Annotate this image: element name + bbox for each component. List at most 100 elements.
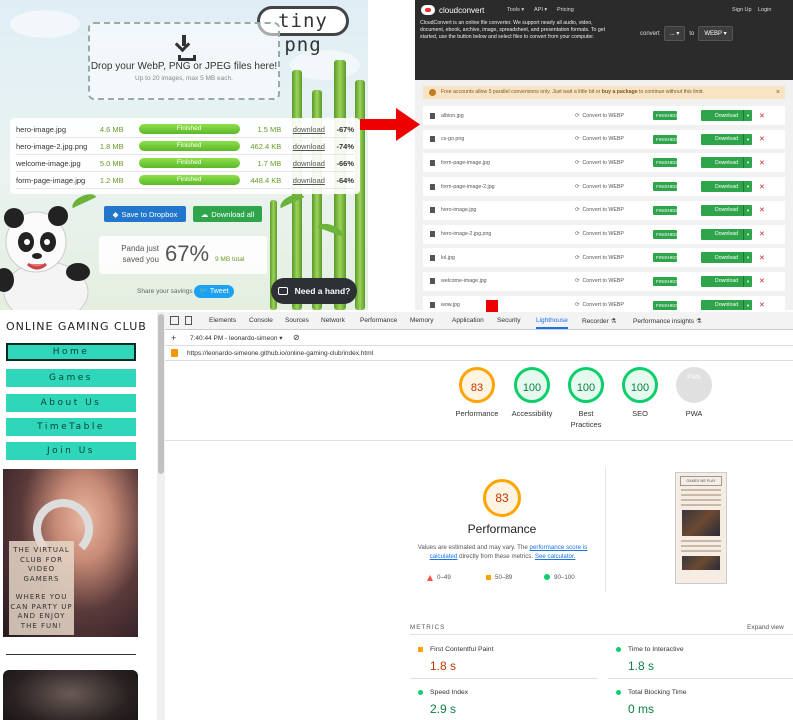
convert-to-select[interactable]: ⟳ Convert to WEBP: [575, 278, 651, 284]
tested-url[interactable]: https://leonardo-simeone.github.io/onlin…: [187, 350, 373, 357]
tab-recorder[interactable]: Recorder ⚗: [582, 317, 616, 325]
dropdown-icon[interactable]: ▾: [743, 252, 752, 264]
score-gauge-best-practices[interactable]: 100: [568, 367, 604, 403]
upload-dropzone[interactable]: Drop your WebP, PNG or JPEG files here! …: [88, 22, 280, 100]
remove-icon[interactable]: ✕: [759, 277, 765, 285]
tab-console[interactable]: Console: [249, 317, 273, 324]
device-toolbar-icon[interactable]: [185, 316, 192, 325]
convert-to-select[interactable]: ⟳ Convert to WEBP: [575, 302, 651, 308]
download-link[interactable]: download: [281, 159, 325, 168]
download-button[interactable]: Download ▾: [701, 228, 752, 240]
devtools-tabbar: Elements Console Sources Network Performance…: [165, 312, 793, 330]
upload-icon: [174, 35, 194, 53]
remove-icon[interactable]: ✕: [759, 159, 765, 167]
clear-icon[interactable]: ⊘: [293, 333, 300, 342]
from-format-select[interactable]: ... ▾: [663, 26, 686, 41]
score-gauge-performance[interactable]: 83: [459, 367, 495, 403]
convert-to-label: Convert to WEBP: [582, 278, 624, 285]
tweet-button[interactable]: 🐦 Tweet: [194, 285, 234, 298]
download-all-button[interactable]: ☁ Download all: [193, 206, 262, 222]
tab-memory[interactable]: Memory: [410, 317, 433, 324]
dropzone-subtitle: Up to 20 images, max 5 MB each.: [135, 75, 233, 82]
remove-icon[interactable]: ✕: [759, 301, 765, 309]
download-button[interactable]: Download ▾: [701, 133, 752, 145]
convert-to-select[interactable]: ⟳ Convert to WEBP: [575, 160, 651, 166]
download-label: Download: [714, 231, 739, 237]
dropdown-icon[interactable]: ▾: [743, 181, 752, 193]
download-link[interactable]: download: [281, 142, 325, 151]
plus-icon[interactable]: +: [171, 333, 176, 343]
download-button[interactable]: Download ▾: [701, 204, 752, 216]
nav-join-button[interactable]: Join Us: [6, 442, 136, 460]
score-gauge-seo[interactable]: 100: [622, 367, 658, 403]
file-icon: [430, 254, 435, 261]
nav-login[interactable]: Login: [758, 7, 771, 13]
convert-to-select[interactable]: ⟳ Convert to WEBP: [575, 113, 651, 119]
vertical-scrollbar[interactable]: [157, 312, 165, 720]
remove-icon[interactable]: ✕: [759, 183, 765, 191]
nav-about-button[interactable]: About Us: [6, 394, 136, 412]
download-button[interactable]: Download ▾: [701, 181, 752, 193]
close-notice-icon[interactable]: ×: [776, 86, 780, 99]
need-a-hand-button[interactable]: Need a hand?: [271, 278, 357, 304]
tab-security[interactable]: Security: [497, 317, 520, 324]
buy-package-link[interactable]: buy a package: [602, 89, 638, 95]
inspect-icon[interactable]: [170, 316, 179, 325]
download-button[interactable]: Download ▾: [701, 275, 752, 287]
score-gauge-accessibility[interactable]: 100: [514, 367, 550, 403]
convert-to-select[interactable]: ⟳ Convert to WEBP: [575, 136, 651, 142]
download-link[interactable]: download: [281, 125, 325, 134]
tab-elements[interactable]: Elements: [209, 317, 236, 324]
tab-sources[interactable]: Sources: [285, 317, 309, 324]
remove-icon[interactable]: ✕: [759, 254, 765, 262]
see-calculator-link[interactable]: See calculator.: [535, 553, 576, 560]
nav-home-button[interactable]: Home: [6, 343, 136, 361]
save-to-dropbox-button[interactable]: ◆ Save to Dropbox: [104, 206, 186, 222]
remove-icon[interactable]: ✕: [759, 206, 765, 214]
average-square-icon: [418, 647, 423, 652]
remove-icon[interactable]: ✕: [759, 112, 765, 120]
download-button[interactable]: Download ▾: [701, 157, 752, 169]
dropdown-icon[interactable]: ▾: [743, 110, 752, 121]
download-button[interactable]: Download ▾: [701, 110, 752, 121]
page-screenshot-thumbnail[interactable]: GAMES WE PLAY: [675, 472, 727, 584]
score-gauge-pwa[interactable]: PWA: [676, 367, 712, 403]
pass-circle-icon: [418, 690, 423, 695]
convert-to-select[interactable]: ⟳ Convert to WEBP: [575, 231, 651, 237]
dropdown-icon[interactable]: ▾: [743, 133, 752, 145]
remove-icon[interactable]: ✕: [759, 135, 765, 143]
download-label: Download: [714, 302, 739, 309]
cloudconvert-logo[interactable]: cloudconvert: [421, 5, 484, 15]
expand-view-toggle[interactable]: Expand view: [747, 624, 784, 631]
dropdown-icon[interactable]: ▾: [743, 275, 752, 287]
convert-to-select[interactable]: ⟳ Convert to WEBP: [575, 184, 651, 190]
convert-to-select[interactable]: ⟳ Convert to WEBP: [575, 207, 651, 213]
tab-performance-insights[interactable]: Performance insights ⚗: [633, 317, 702, 325]
nav-pricing[interactable]: Pricing: [557, 7, 574, 13]
tab-application[interactable]: Application: [452, 317, 484, 324]
to-format-select[interactable]: WEBP ▾: [698, 26, 733, 41]
download-button[interactable]: Download ▾: [701, 252, 752, 264]
remove-icon[interactable]: ✕: [759, 230, 765, 238]
scrollbar-thumb[interactable]: [158, 314, 164, 474]
dropdown-icon[interactable]: ▾: [743, 204, 752, 216]
dropdown-icon[interactable]: ▾: [743, 228, 752, 240]
nav-timetable-button[interactable]: TimeTable: [6, 418, 136, 436]
nav-signup[interactable]: Sign Up: [732, 7, 752, 13]
compressed-size: 1.7 MB: [257, 158, 282, 168]
dropdown-icon[interactable]: ▾: [743, 299, 752, 310]
nav-tools[interactable]: Tools ▾: [507, 7, 524, 13]
finished-badge: FINISHED: [653, 229, 677, 239]
dropdown-icon[interactable]: ▾: [743, 157, 752, 169]
download-button[interactable]: Download ▾: [701, 299, 752, 310]
tab-lighthouse[interactable]: Lighthouse: [536, 317, 568, 329]
download-link[interactable]: download: [281, 176, 325, 185]
nav-api[interactable]: API ▾: [534, 7, 547, 13]
notice-text: Free accounts allow 5 parallel conversio…: [441, 89, 602, 95]
convert-to-select[interactable]: ⟳ Convert to WEBP: [575, 255, 651, 261]
tab-performance[interactable]: Performance: [360, 317, 397, 324]
tab-network[interactable]: Network: [321, 317, 345, 324]
nav-games-button[interactable]: Games: [6, 369, 136, 387]
report-selector[interactable]: 7:40:44 PM - leonardo-simeon ▾: [190, 334, 283, 342]
separator: [165, 440, 793, 441]
